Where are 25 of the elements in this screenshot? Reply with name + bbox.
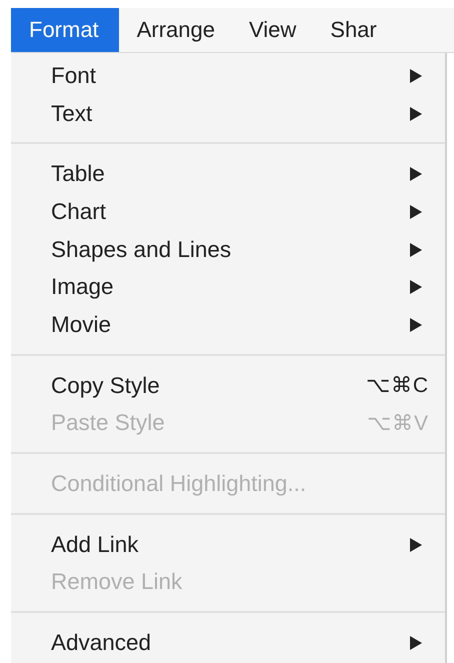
- menu-item[interactable]: Font: [11, 57, 445, 95]
- menu-bar-item[interactable]: Format: [11, 8, 119, 52]
- submenu-arrow-icon: [409, 204, 423, 220]
- submenu-arrow-icon: [409, 316, 423, 333]
- submenu-arrow-icon: [409, 536, 423, 553]
- menu-item[interactable]: Add Link: [11, 526, 445, 564]
- menu-item[interactable]: Movie: [11, 306, 445, 344]
- menu-item[interactable]: Table: [11, 155, 445, 194]
- shortcut-label: ⌥⌘C: [366, 373, 429, 398]
- shortcut-label: ⌥⌘V: [366, 410, 429, 436]
- submenu-arrow-icon: [409, 242, 423, 258]
- submenu-arrow-icon: [409, 279, 423, 296]
- submenu-arrow-icon: [409, 635, 423, 652]
- submenu-arrow-icon: [409, 106, 423, 122]
- menu-item[interactable]: Copy Style ⌥⌘C: [11, 366, 445, 404]
- menu-bar-item[interactable]: Shar: [312, 8, 393, 52]
- menu-bar-item[interactable]: Arrange: [118, 8, 231, 52]
- submenu-arrow-icon: [409, 166, 423, 182]
- menu-bar-item[interactable]: View: [230, 8, 312, 52]
- menu-item[interactable]: Image: [11, 268, 445, 306]
- menu-item[interactable]: Chart: [11, 193, 445, 231]
- menu-item[interactable]: Shapes and Lines: [11, 230, 445, 268]
- menu-item[interactable]: Advanced: [11, 624, 445, 662]
- menu-item[interactable]: Text: [11, 94, 445, 132]
- submenu-arrow-icon: [409, 68, 423, 84]
